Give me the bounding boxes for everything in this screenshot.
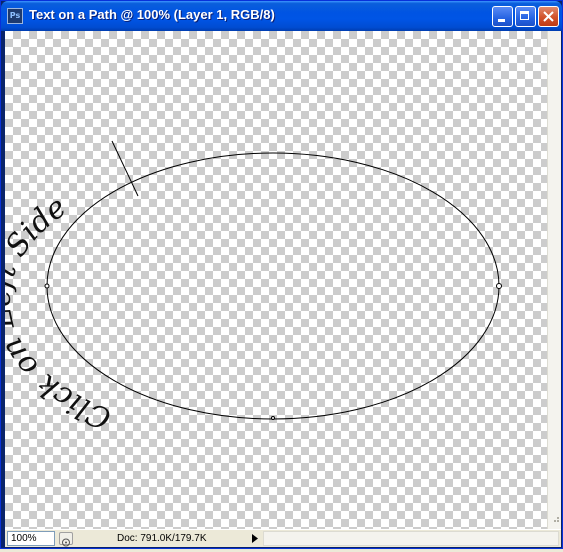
maximize-button[interactable] xyxy=(515,6,536,27)
zoom-level-field[interactable]: 100% xyxy=(7,531,55,546)
minimize-button[interactable] xyxy=(492,6,513,27)
anchor-point-left[interactable] xyxy=(44,283,50,289)
maximize-icon xyxy=(520,11,529,20)
title-bar[interactable]: Ps Text on a Path @ 100% (Layer 1, RGB/8… xyxy=(1,1,562,31)
document-window: Ps Text on a Path @ 100% (Layer 1, RGB/8… xyxy=(0,0,563,549)
canvas-artwork: Click on Left Side xyxy=(5,140,502,436)
close-icon xyxy=(543,11,554,22)
photoshop-app-icon[interactable]: Ps xyxy=(7,8,23,24)
document-canvas[interactable]: Click on Left Side xyxy=(5,31,547,529)
window-title: Text on a Path @ 100% (Layer 1, RGB/8) xyxy=(29,7,275,22)
status-info-icon[interactable] xyxy=(59,532,73,547)
minimize-icon xyxy=(498,19,505,22)
status-bar: 100% Doc: 791.0K/179.7K xyxy=(5,529,561,547)
ellipse-path[interactable] xyxy=(46,152,500,420)
status-info-glyph xyxy=(62,538,70,547)
document-size-info: Doc: 791.0K/179.7K xyxy=(117,533,207,544)
path-text[interactable]: Click on Left Side xyxy=(5,189,116,436)
status-menu-arrow-icon[interactable] xyxy=(249,532,261,545)
resize-grip-icon[interactable] xyxy=(550,513,560,523)
anchor-point-bottom[interactable] xyxy=(271,416,275,420)
horizontal-scrollbar[interactable] xyxy=(263,531,559,546)
vertical-scrollbar[interactable] xyxy=(547,31,561,529)
close-button[interactable] xyxy=(538,6,559,27)
anchor-point-right[interactable] xyxy=(496,283,502,289)
text-path-end-marker[interactable] xyxy=(111,140,139,197)
